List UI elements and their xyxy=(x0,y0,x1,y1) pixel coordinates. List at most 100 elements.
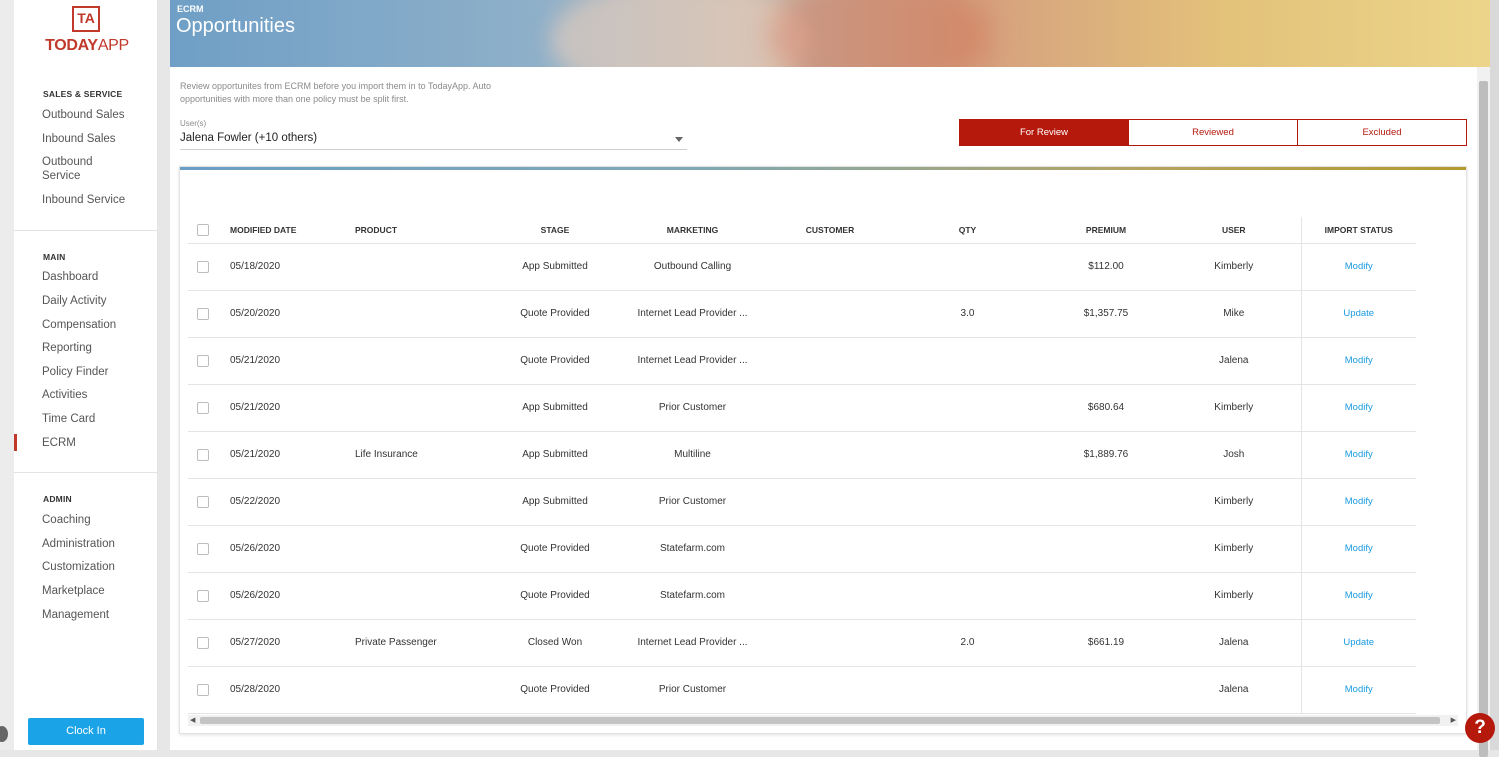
left-edge-strip xyxy=(0,0,14,750)
review-tabs: For Review Reviewed Excluded xyxy=(959,119,1467,146)
import-status-link[interactable]: Modify xyxy=(1345,590,1373,601)
sidebar-item-daily-activity[interactable]: Daily Activity xyxy=(42,294,107,308)
table-row[interactable]: 05/27/2020 Private Passenger Closed Won Int… xyxy=(188,619,1416,667)
opportunities-table: MODIFIED DATE PRODUCT STAGE MARKETING CU… xyxy=(188,217,1416,714)
sidebar-item-inbound-service[interactable]: Inbound Service xyxy=(42,193,125,207)
table-row[interactable]: 05/21/2020 App Submitted Prior Customer $68… xyxy=(188,384,1416,432)
column-header[interactable]: PRODUCT xyxy=(343,217,495,244)
table-row[interactable]: 05/20/2020 Quote Provided Internet Lead Pr… xyxy=(188,290,1416,338)
vertical-scrollbar[interactable] xyxy=(1477,67,1490,757)
scrollbar-thumb[interactable] xyxy=(1479,81,1488,757)
row-checkbox[interactable] xyxy=(197,448,209,461)
column-header[interactable]: USER xyxy=(1167,217,1301,244)
table-row[interactable]: 05/21/2020 Life Insurance App Submitted Mul… xyxy=(188,431,1416,479)
sidebar-item-coaching[interactable]: Coaching xyxy=(42,513,91,527)
column-header[interactable]: PREMIUM xyxy=(1045,217,1167,244)
sidebar-item-reporting[interactable]: Reporting xyxy=(42,341,92,355)
scrollbar-thumb[interactable] xyxy=(200,717,1440,724)
tab-excluded[interactable]: Excluded xyxy=(1297,120,1466,145)
scroll-right-icon[interactable]: ▶ xyxy=(1451,715,1456,726)
import-status-link[interactable]: Modify xyxy=(1345,684,1373,695)
product-cell: Private Passenger xyxy=(343,619,495,667)
row-checkbox[interactable] xyxy=(197,495,209,508)
sidebar-item-ecrm[interactable]: ECRM xyxy=(42,436,76,450)
user-cell: Mike xyxy=(1167,290,1301,338)
column-header[interactable]: CUSTOMER xyxy=(770,217,890,244)
page-title: Opportunities xyxy=(176,15,295,37)
customer-cell xyxy=(770,525,890,573)
modified-date-cell: 05/26/2020 xyxy=(218,525,343,573)
table-row[interactable]: 05/18/2020 App Submitted Outbound Calling $… xyxy=(188,243,1416,291)
modified-date-cell: 05/21/2020 xyxy=(218,384,343,432)
sidebar-item-activities[interactable]: Activities xyxy=(42,388,87,402)
customer-cell xyxy=(770,431,890,479)
user-filter-label: User(s) xyxy=(180,119,207,128)
sidebar-item-compensation[interactable]: Compensation xyxy=(42,318,116,332)
import-status-link[interactable]: Modify xyxy=(1345,496,1373,507)
import-status-cell: Modify xyxy=(1300,243,1416,291)
stage-cell: Quote Provided xyxy=(495,666,615,714)
table-row[interactable]: 05/21/2020 Quote Provided Internet Lead Pr… xyxy=(188,337,1416,385)
tab-for-review[interactable]: For Review xyxy=(960,120,1128,145)
row-checkbox[interactable] xyxy=(197,542,209,555)
column-header[interactable]: MARKETING xyxy=(615,217,770,244)
import-status-link[interactable]: Modify xyxy=(1345,402,1373,413)
import-status-link[interactable]: Modify xyxy=(1345,355,1373,366)
sidebar-item-dashboard[interactable]: Dashboard xyxy=(42,270,98,284)
row-checkbox[interactable] xyxy=(197,683,209,696)
table-row[interactable]: 05/28/2020 Quote Provided Prior Customer Ja… xyxy=(188,666,1416,714)
sidebar-item-inbound-sales[interactable]: Inbound Sales xyxy=(42,132,116,146)
sidebar-item-administration[interactable]: Administration xyxy=(42,537,115,551)
row-checkbox[interactable] xyxy=(197,401,209,414)
logo[interactable]: TA TODAYAPP xyxy=(40,6,134,58)
sidebar-item-marketplace[interactable]: Marketplace xyxy=(42,584,105,598)
sidebar-item-management[interactable]: Management xyxy=(42,608,109,622)
product-cell xyxy=(343,337,495,385)
table-row[interactable]: 05/26/2020 Quote Provided Statefarm.com Kim… xyxy=(188,572,1416,620)
column-header[interactable]: IMPORT STATUS xyxy=(1300,217,1416,244)
column-header[interactable]: STAGE xyxy=(495,217,615,244)
chevron-down-icon[interactable] xyxy=(675,137,683,142)
import-status-link[interactable]: Update xyxy=(1343,308,1374,319)
row-checkbox[interactable] xyxy=(197,307,209,320)
column-header[interactable]: MODIFIED DATE xyxy=(218,217,343,244)
main-content: Review opportunites from ECRM before you… xyxy=(170,67,1477,750)
qty-cell xyxy=(890,666,1045,714)
sidebar-item-policy-finder[interactable]: Policy Finder xyxy=(42,365,108,379)
import-status-link[interactable]: Modify xyxy=(1345,543,1373,554)
user-cell: Josh xyxy=(1167,431,1301,479)
marketing-cell: Internet Lead Provider ... xyxy=(615,290,770,338)
clock-in-button[interactable]: Clock In xyxy=(28,718,144,745)
table-row[interactable]: 05/22/2020 App Submitted Prior Customer Kim… xyxy=(188,478,1416,526)
customer-cell xyxy=(770,384,890,432)
import-status-cell: Modify xyxy=(1300,478,1416,526)
sidebar-item-outbound-service[interactable]: Outbound Service xyxy=(42,155,122,183)
table-row[interactable]: 05/26/2020 Quote Provided Statefarm.com Kim… xyxy=(188,525,1416,573)
import-status-cell: Modify xyxy=(1300,525,1416,573)
sidebar-item-outbound-sales[interactable]: Outbound Sales xyxy=(42,108,124,122)
row-checkbox[interactable] xyxy=(197,260,209,273)
import-status-cell: Modify xyxy=(1300,337,1416,385)
user-cell: Kimberly xyxy=(1167,525,1301,573)
row-checkbox[interactable] xyxy=(197,636,209,649)
row-checkbox[interactable] xyxy=(197,354,209,367)
qty-cell xyxy=(890,572,1045,620)
tab-reviewed[interactable]: Reviewed xyxy=(1128,120,1297,145)
select-all-checkbox[interactable] xyxy=(197,223,209,236)
help-button[interactable]: ? xyxy=(1465,713,1495,743)
premium-cell: $1,889.76 xyxy=(1045,431,1167,479)
import-status-link[interactable]: Update xyxy=(1343,637,1374,648)
customer-cell xyxy=(770,243,890,291)
sidebar-item-customization[interactable]: Customization xyxy=(42,560,115,574)
product-cell xyxy=(343,290,495,338)
user-filter-select[interactable]: Jalena Fowler (+10 others) xyxy=(180,132,687,150)
sidebar-item-time-card[interactable]: Time Card xyxy=(42,412,95,426)
horizontal-scrollbar[interactable]: ◀ ▶ xyxy=(188,715,1458,726)
qty-cell xyxy=(890,478,1045,526)
column-header[interactable]: QTY xyxy=(890,217,1045,244)
marketing-cell: Prior Customer xyxy=(615,478,770,526)
import-status-link[interactable]: Modify xyxy=(1345,261,1373,272)
scroll-left-icon[interactable]: ◀ xyxy=(190,715,195,726)
row-checkbox[interactable] xyxy=(197,589,209,602)
import-status-link[interactable]: Modify xyxy=(1345,449,1373,460)
